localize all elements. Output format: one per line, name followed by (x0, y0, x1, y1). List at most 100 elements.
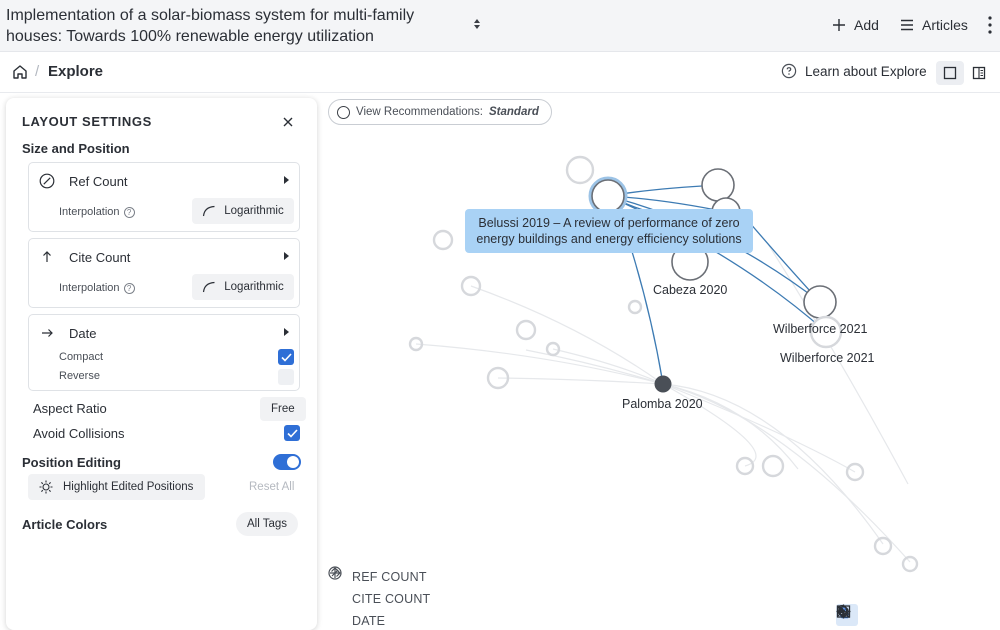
sun-icon (39, 480, 53, 494)
close-icon[interactable] (280, 114, 296, 130)
arrow-right-icon (328, 569, 342, 628)
single-panel-view-button[interactable] (936, 61, 964, 85)
document-title[interactable]: Implementation of a solar-biomass system… (6, 5, 461, 47)
breadcrumb-separator: / (35, 63, 40, 80)
add-label: Add (854, 17, 879, 33)
add-button[interactable]: Add (832, 13, 879, 37)
selected-article-node-inner (591, 179, 625, 213)
export-image-button[interactable] (836, 604, 998, 626)
aspect-ratio-select[interactable]: Free (260, 397, 306, 421)
log-curve-icon (203, 281, 215, 293)
breadcrumb-bar: / Explore Learn about Explore (0, 53, 1000, 93)
avoid-collisions-label: Avoid Collisions (33, 426, 125, 441)
split-panel-icon (972, 66, 986, 80)
plus-icon (833, 19, 845, 31)
select-tool-button[interactable] (839, 604, 886, 626)
help-circle-icon (781, 63, 797, 79)
articles-label: Articles (922, 17, 968, 33)
view-recommendations-toggle[interactable]: View Recommendations: Standard (328, 99, 552, 125)
date-header[interactable]: Date (39, 325, 96, 341)
article-node (627, 299, 643, 315)
size-position-heading: Size and Position (22, 141, 130, 156)
image-icon (836, 605, 851, 618)
zoom-in-button[interactable] (836, 604, 914, 626)
caret-right-icon[interactable] (284, 328, 289, 336)
arrow-up-icon (328, 567, 342, 606)
avoid-collisions-checkbox[interactable] (284, 425, 300, 441)
position-editing-toggle[interactable] (273, 454, 301, 470)
arrow-up-icon (43, 251, 51, 262)
legend-cite-count: CITE COUNT (328, 567, 430, 610)
split-panel-view-button[interactable] (966, 61, 992, 85)
check-icon (280, 352, 292, 362)
recenter-button[interactable] (836, 604, 970, 626)
article-colors-label: Article Colors (22, 517, 108, 532)
ref-count-header[interactable]: Ref Count (39, 173, 128, 189)
articles-button[interactable]: Articles (900, 13, 968, 37)
menu-icon (901, 19, 913, 31)
palomba-node[interactable] (654, 375, 672, 393)
legend-ref-count: REF COUNT (328, 566, 430, 588)
article-node (565, 155, 595, 185)
graph-canvas[interactable]: View Recommendations: Standard Belussi 2… (318, 94, 1000, 630)
compact-checkbox[interactable] (278, 349, 294, 365)
article-node (873, 536, 893, 556)
ref-count-icon (39, 173, 55, 189)
canvas-toolbar (836, 604, 998, 626)
recommendations-label: View Recommendations: (356, 106, 483, 118)
panel-title: LAYOUT SETTINGS (22, 114, 152, 129)
square-icon (943, 66, 957, 80)
citation-graph[interactable] (318, 94, 1000, 630)
ref-count-label: Ref Count (69, 173, 128, 189)
help-icon[interactable]: ? (123, 282, 135, 294)
zoom-out-button[interactable] (836, 604, 942, 626)
ref-count-interpolation: Interpolation ? (59, 206, 135, 218)
article-node (701, 168, 735, 202)
connected-article-nodes[interactable] (588, 168, 843, 349)
reverse-label: Reverse (59, 370, 100, 382)
recommendations-value: Standard (489, 106, 539, 118)
reverse-checkbox[interactable] (278, 369, 294, 385)
caret-right-icon[interactable] (284, 252, 289, 260)
sort-icon[interactable] (470, 16, 484, 32)
article-tooltip: Belussi 2019 – A review of performance o… (465, 209, 753, 253)
graph-legend: REF COUNT CITE COUNT DATE (328, 566, 430, 630)
article-node (515, 319, 537, 341)
article-node (761, 454, 785, 478)
position-editing-label: Position Editing (22, 455, 121, 470)
node-label-cabeza: Cabeza 2020 (653, 283, 728, 297)
date-label: Date (69, 325, 97, 341)
more-options-icon[interactable] (983, 14, 997, 36)
caret-right-icon[interactable] (284, 176, 289, 184)
page-title: Explore (48, 63, 104, 80)
legend-date: DATE (328, 569, 430, 630)
aspect-ratio-label: Aspect Ratio (33, 401, 107, 416)
compact-label: Compact (59, 351, 104, 363)
cite-count-label: Cite Count (69, 249, 131, 265)
cite-count-interpolation: Interpolation ? (59, 282, 135, 294)
top-bar: Implementation of a solar-biomass system… (0, 0, 1000, 52)
radio-circle-icon (337, 105, 350, 119)
check-icon (286, 428, 298, 438)
cite-count-header[interactable]: Cite Count (39, 249, 130, 265)
learn-label: Learn about Explore (805, 63, 927, 79)
log-curve-icon (203, 205, 215, 217)
cite-count-interpolation-select[interactable]: Logarithmic (192, 274, 294, 300)
node-label-wilberforce-b: Wilberforce 2021 (780, 351, 875, 365)
article-node (432, 229, 454, 251)
highlight-edited-positions-button[interactable]: Highlight Edited Positions (28, 474, 205, 500)
home-icon[interactable] (11, 63, 29, 81)
learn-about-explore-link[interactable]: Learn about Explore (781, 63, 927, 79)
ref-count-interpolation-select[interactable]: Logarithmic (192, 198, 294, 224)
date-card[interactable]: Date Compact Reverse (28, 314, 300, 391)
layout-settings-panel: LAYOUT SETTINGS Size and Position Ref Co… (6, 98, 317, 630)
node-label-palomba: Palomba 2020 (622, 397, 703, 411)
ref-count-card[interactable]: Ref Count Interpolation ? Logarithmic (28, 162, 300, 232)
reset-all-button[interactable]: Reset All (249, 481, 294, 493)
help-icon[interactable]: ? (123, 206, 135, 218)
article-colors-select[interactable]: All Tags (236, 512, 299, 536)
wilberforce-node (803, 285, 837, 319)
node-label-wilberforce-a: Wilberforce 2021 (773, 322, 868, 336)
cite-count-card[interactable]: Cite Count Interpolation ? Logarithmic (28, 238, 300, 308)
arrow-right-icon (42, 329, 53, 337)
